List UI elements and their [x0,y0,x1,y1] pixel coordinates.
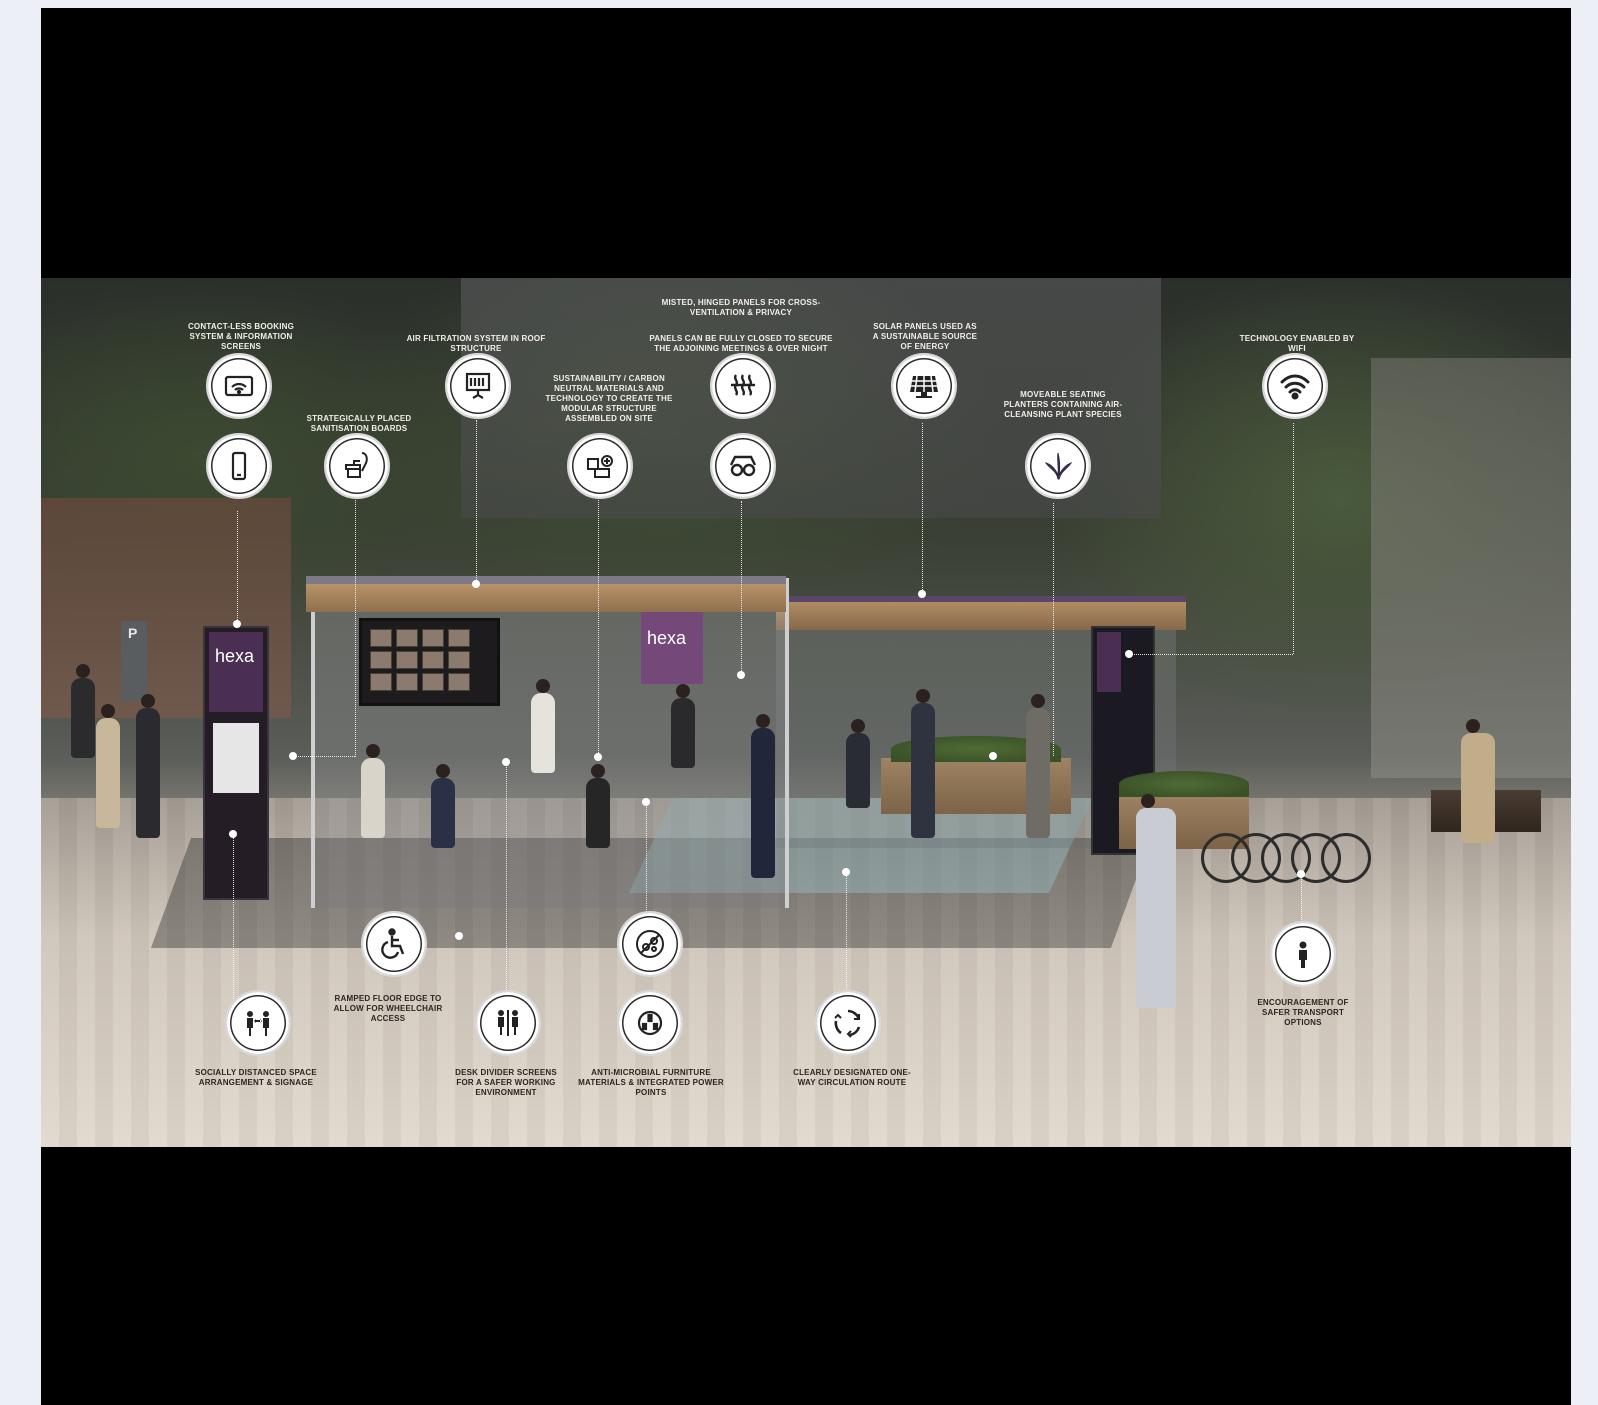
leader-line [741,501,742,675]
person-icon [1270,921,1336,987]
callout-label: ENCOURAGEMENT OF SAFER TRANSPORT OPTIONS [1257,998,1349,1027]
circular-arrows-icon [815,990,881,1056]
seated-person [586,764,610,848]
bicycle-rack [1201,823,1371,883]
anchor-dot [1297,870,1305,878]
seated-person [361,744,385,838]
callout-label: CONTACT-LESS BOOKING SYSTEM & INFORMATIO… [187,322,295,351]
video-call-screen [359,618,500,706]
callout-label: DESK DIVIDER SCREENS FOR A SAFER WORKING… [455,1068,557,1097]
stone-building [1371,358,1571,778]
anchor-dot [233,620,241,628]
solar-panel-icon [891,353,957,419]
information-totem: hexa [203,626,269,900]
leader-line [237,511,238,624]
leader-line [846,872,847,999]
sanitiser-icon [324,433,390,499]
callout-label: STRATEGICALLY PLACED SANITISATION BOARDS [306,414,412,433]
leader-line [233,834,234,999]
callout-label: SOCIALLY DISTANCED SPACE ARRANGEMENT & S… [195,1068,317,1087]
leader-line [1293,423,1294,654]
power-socket-icon [617,990,683,1056]
no-bacteria-icon [617,911,683,977]
callout-label: ANTI-MICROBIAL FURNITURE MATERIALS & INT… [578,1068,724,1097]
totem-brand-panel: hexa [209,632,263,712]
totem-screen [213,723,259,793]
pedestrian [1026,694,1050,838]
pedestrian [96,704,120,828]
wheelchair-icon [361,911,427,977]
leader-line [1129,654,1293,655]
parking-sign: P [121,621,147,701]
anchor-dot [594,753,602,761]
pedestrian [1461,719,1495,843]
pavilion-render: hexa hexa P CONTACT-LESS BOOKING SYSTEM … [41,278,1571,1147]
anchor-dot [289,752,297,760]
anchor-dot [918,590,926,598]
leader-line [922,423,923,594]
parking-letter: P [128,625,138,641]
people-divider-icon [475,990,541,1056]
hexa-banner: hexa [641,612,703,684]
anchor-dot [229,830,237,838]
social-distance-icon [225,990,291,1056]
pedestrian [1136,794,1176,1008]
callout-label: SUSTAINABILITY / CARBON NEUTRAL MATERIAL… [545,374,673,423]
seated-person [846,719,870,808]
modular-structure-icon [567,433,633,499]
hexa-banner-text: hexa [647,628,687,648]
pedestrian [71,664,95,758]
screen-wifi-icon [206,353,272,419]
callout-label: CLEARLY DESIGNATED ONE-WAY CIRCULATION R… [793,1068,911,1087]
callout-label: SOLAR PANELS USED AS A SUSTAINABLE SOURC… [872,322,978,351]
pedestrian [751,714,775,878]
anchor-dot [737,671,745,679]
glasses-icon [710,433,776,499]
leader-line [646,802,647,922]
wifi-icon [1262,353,1328,419]
leader-line [598,500,599,757]
leader-line [1301,874,1302,926]
leader-line [293,756,355,757]
pedestrian [136,694,160,838]
anchor-dot [472,580,480,588]
callout-label: PANELS CAN BE FULLY CLOSED TO SECURE THE… [649,334,833,353]
leader-line [476,420,477,586]
totem-right-brand-panel [1097,632,1121,692]
leader-line [1053,503,1054,756]
seated-person [671,684,695,768]
anchor-dot [502,758,510,766]
leader-line [355,500,356,757]
pedestrian [531,679,555,773]
pavilion-roof-right [776,596,1186,630]
anchor-dot [842,868,850,876]
ventilation-icon [710,353,776,419]
anchor-dot [642,798,650,806]
callout-label: MOVEABLE SEATING PLANTERS CONTAINING AIR… [1003,390,1123,419]
totem-brand-text: hexa [215,646,255,666]
callout-label: RAMPED FLOOR EDGE TO ALLOW FOR WHEELCHAI… [333,994,443,1023]
pavilion-roof-left [306,576,786,612]
callout-label: AIR FILTRATION SYSTEM IN ROOF STRUCTURE [406,334,546,353]
callout-label: MISTED, HINGED PANELS FOR CROSS-VENTILAT… [661,298,821,317]
air-filter-icon [445,353,511,419]
anchor-dot [455,932,463,940]
plant-icon [1025,433,1091,499]
leader-line [506,762,507,998]
callout-label: TECHNOLOGY ENABLED BY WIFI [1239,334,1355,353]
anchor-dot [989,752,997,760]
pedestrian [911,689,935,838]
image-frame: hexa hexa P CONTACT-LESS BOOKING SYSTEM … [41,8,1571,1405]
anchor-dot [1125,650,1133,658]
seated-person [431,764,455,848]
smartphone-icon [206,433,272,499]
